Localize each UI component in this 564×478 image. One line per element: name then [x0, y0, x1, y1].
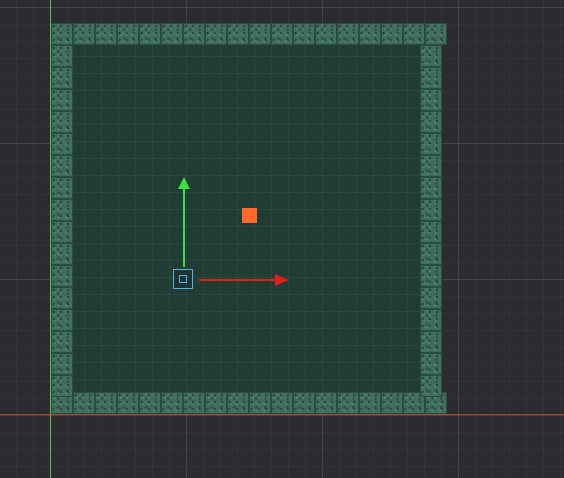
move-handle-inner	[179, 275, 187, 283]
stone-wall-tile	[183, 392, 205, 414]
stone-wall-tile	[420, 243, 442, 265]
stone-wall-tile	[420, 89, 442, 111]
stone-wall-tile	[227, 392, 249, 414]
stone-wall-tile	[403, 23, 425, 45]
stone-wall-tile	[139, 392, 161, 414]
stone-wall-tile	[420, 111, 442, 133]
stone-wall-tile	[51, 89, 73, 111]
stone-wall-tile	[51, 45, 73, 67]
stone-wall-tile	[51, 111, 73, 133]
wall-left	[51, 45, 73, 397]
stone-wall-tile	[161, 392, 183, 414]
stone-wall-tile	[315, 23, 337, 45]
stone-wall-tile	[73, 392, 95, 414]
stone-wall-tile	[420, 67, 442, 89]
arrow-right-icon[interactable]	[275, 274, 289, 286]
stone-wall-tile	[271, 392, 293, 414]
stone-wall-tile	[249, 23, 271, 45]
stone-wall-tile	[51, 177, 73, 199]
stone-wall-tile	[315, 392, 337, 414]
gizmo-y-axis-line[interactable]	[183, 188, 185, 267]
stone-wall-tile	[51, 243, 73, 265]
stone-wall-tile	[73, 23, 95, 45]
stone-wall-tile	[51, 287, 73, 309]
stone-wall-tile	[381, 23, 403, 45]
stone-wall-tile	[161, 23, 183, 45]
stone-wall-tile	[249, 392, 271, 414]
stone-wall-tile	[381, 392, 403, 414]
stone-wall-tile	[420, 331, 442, 353]
scene-viewport[interactable]	[0, 0, 564, 478]
stone-wall-tile	[51, 353, 73, 375]
stone-wall-tile	[51, 309, 73, 331]
arrow-up-icon[interactable]	[178, 177, 190, 189]
wall-right	[420, 45, 442, 397]
stone-wall-tile	[183, 23, 205, 45]
stone-wall-tile	[51, 67, 73, 89]
stone-wall-tile	[420, 177, 442, 199]
stone-wall-tile	[117, 23, 139, 45]
stone-wall-tile	[51, 265, 73, 287]
stone-wall-tile	[51, 199, 73, 221]
stone-wall-tile	[205, 23, 227, 45]
stone-wall-tile	[420, 287, 442, 309]
orange-square-object[interactable]	[242, 208, 257, 223]
move-handle-icon[interactable]	[173, 269, 193, 289]
gizmo-x-axis-line[interactable]	[199, 279, 275, 281]
stone-wall-tile	[420, 155, 442, 177]
stone-wall-tile	[420, 265, 442, 287]
stone-wall-tile	[227, 23, 249, 45]
stone-wall-tile	[425, 23, 447, 45]
stone-wall-tile	[420, 375, 442, 397]
stone-wall-tile	[420, 133, 442, 155]
stone-wall-tile	[51, 221, 73, 243]
stone-wall-tile	[51, 155, 73, 177]
wall-bottom	[51, 392, 447, 414]
stone-wall-tile	[337, 23, 359, 45]
stone-wall-tile	[420, 353, 442, 375]
stone-wall-tile	[139, 23, 161, 45]
stone-wall-tile	[293, 23, 315, 45]
stone-wall-tile	[420, 309, 442, 331]
stone-wall-tile	[95, 23, 117, 45]
stone-wall-tile	[51, 331, 73, 353]
stone-wall-tile	[51, 23, 73, 45]
stone-wall-tile	[420, 45, 442, 67]
stone-wall-tile	[117, 392, 139, 414]
stone-wall-tile	[95, 392, 117, 414]
stone-wall-tile	[359, 23, 381, 45]
stone-wall-tile	[420, 221, 442, 243]
stone-wall-tile	[337, 392, 359, 414]
stone-wall-tile	[420, 199, 442, 221]
stone-wall-tile	[359, 392, 381, 414]
wall-top	[51, 23, 447, 45]
stone-wall-tile	[293, 392, 315, 414]
stone-wall-tile	[51, 133, 73, 155]
stone-wall-tile	[51, 375, 73, 397]
stone-wall-tile	[205, 392, 227, 414]
stone-wall-tile	[271, 23, 293, 45]
world-x-axis-line	[0, 414, 564, 415]
